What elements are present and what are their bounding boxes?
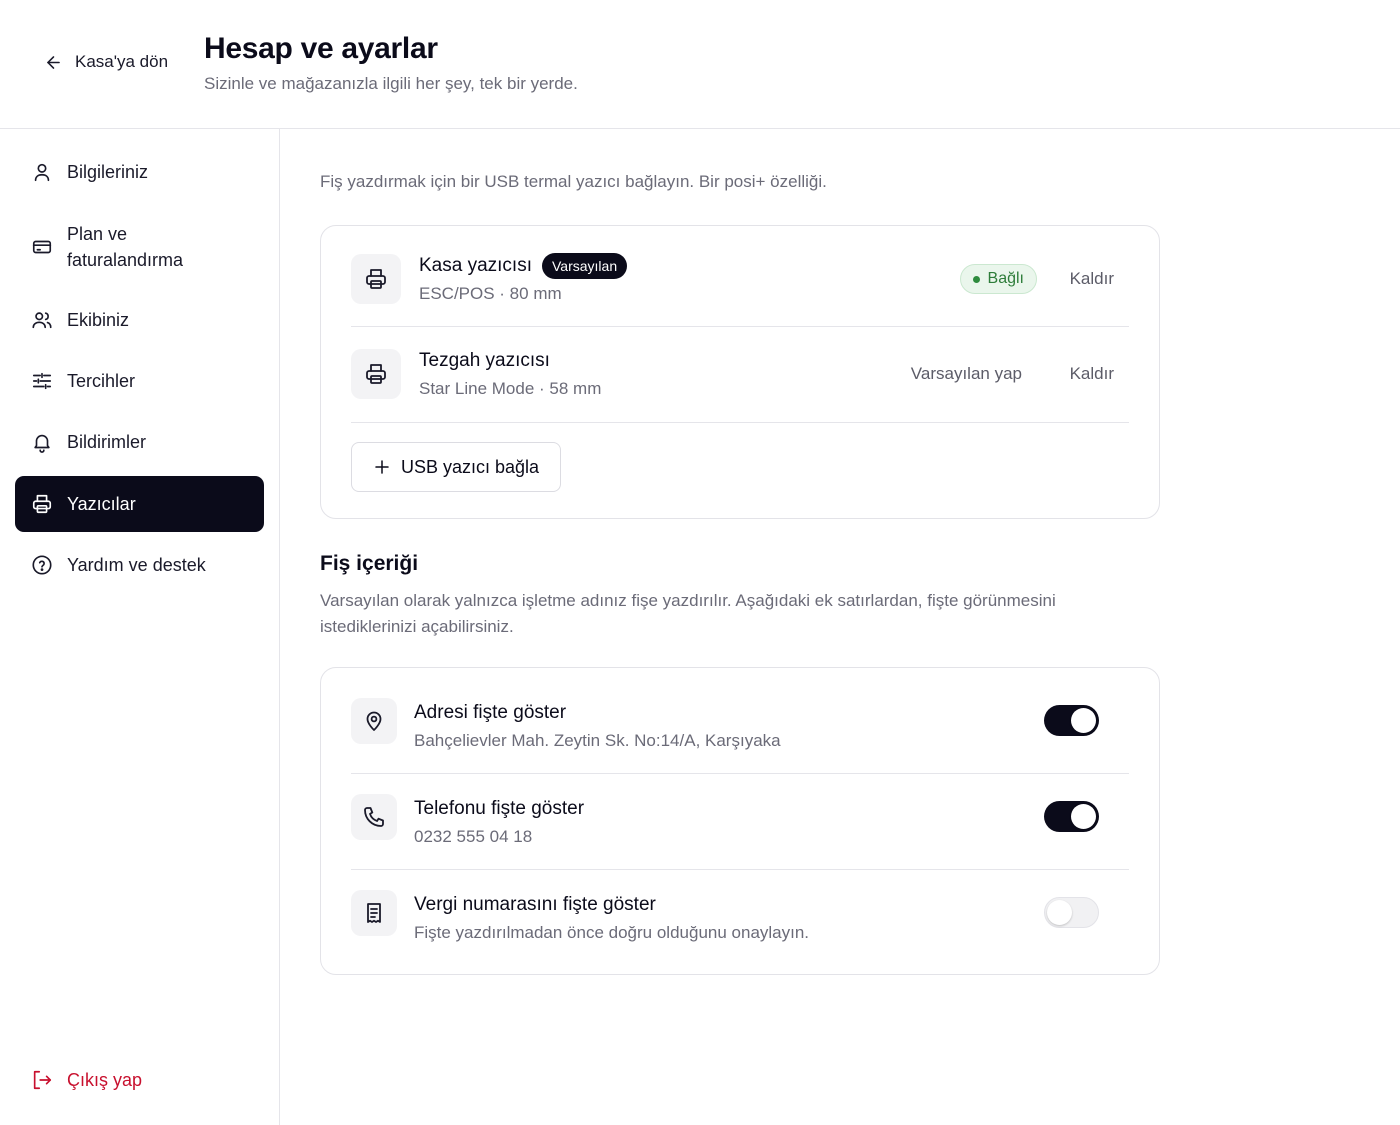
printer-icon xyxy=(351,349,401,399)
settings-sidebar: Bilgileriniz Plan ve faturalandırma Ekib… xyxy=(0,129,280,1125)
users-icon xyxy=(31,309,53,331)
tax-number-toggle[interactable] xyxy=(1044,897,1099,928)
status-dot-icon xyxy=(972,275,980,283)
phone-icon xyxy=(351,794,397,840)
receipt-options-card: Adresi fişte göster Bahçelievler Mah. Ze… xyxy=(320,667,1160,975)
make-default-button[interactable]: Varsayılan yap xyxy=(911,364,1022,384)
sidebar-item-team[interactable]: Ekibiniz xyxy=(15,293,264,347)
page-subtitle: Sizinle ve mağazanızla ilgili her şey, t… xyxy=(204,74,578,93)
section-title: Fiş içeriği xyxy=(320,552,419,575)
arrow-left-icon xyxy=(47,55,60,69)
option-subtitle: Bahçelievler Mah. Zeytin Sk. No:14/A, Ka… xyxy=(414,731,781,750)
add-usb-printer-label: USB yazıcı bağla xyxy=(400,456,540,477)
receipt-option-row: Adresi fişte göster Bahçelievler Mah. Ze… xyxy=(351,668,1129,773)
toggle-knob xyxy=(1047,900,1072,925)
printer-row: Tezgah yazıcısı Star Line Mode · 58 mm V… xyxy=(351,327,1129,422)
sidebar-item-label: Bilgileriniz xyxy=(67,162,149,182)
printer-icon xyxy=(351,254,401,304)
sliders-icon xyxy=(31,370,53,392)
sidebar-item-profile[interactable]: Bilgileriniz xyxy=(15,145,264,199)
map-pin-icon xyxy=(351,698,397,744)
page-header: Kasa'ya dön Hesap ve ayarlar Sizinle ve … xyxy=(0,0,1400,129)
printer-name: Kasa yazıcısı xyxy=(419,255,532,276)
printer-title: Kasa yazıcısı Varsayılan xyxy=(419,253,628,279)
printer-icon xyxy=(31,493,53,515)
remove-printer-button[interactable]: Kaldır xyxy=(1070,269,1114,289)
sidebar-item-label: Ekibiniz xyxy=(67,310,130,330)
option-title: Adresi fişte göster xyxy=(414,702,567,723)
section-description: Varsayılan olarak yalnızca işletme adını… xyxy=(320,591,1056,636)
back-to-register-link[interactable]: Kasa'ya dön xyxy=(44,52,168,72)
option-subtitle: Fişte yazdırılmadan önce doğru olduğunu … xyxy=(414,923,810,942)
page-title: Hesap ve ayarlar xyxy=(204,32,438,65)
default-badge: Varsayılan xyxy=(542,253,628,279)
toggle-knob xyxy=(1071,708,1096,733)
sidebar-item-notifications[interactable]: Bildirimler xyxy=(15,415,264,469)
sidebar-item-label: Yardım ve destek xyxy=(67,555,206,575)
status-label: Bağlı xyxy=(987,270,1024,287)
bell-icon xyxy=(31,431,53,453)
phone-toggle[interactable] xyxy=(1044,801,1099,832)
logout-button[interactable]: Çıkış yap xyxy=(31,1069,142,1091)
sidebar-item-preferences[interactable]: Tercihler xyxy=(15,354,264,408)
status-badge: Bağlı xyxy=(959,264,1037,294)
printer-details: ESC/POS · 80 mm xyxy=(419,284,562,303)
toggle-knob xyxy=(1071,804,1096,829)
printers-card: Kasa yazıcısı Varsayılan ESC/POS · 80 mm… xyxy=(320,225,1160,519)
sidebar-item-help[interactable]: Yardım ve destek xyxy=(15,538,264,592)
remove-printer-button[interactable]: Kaldır xyxy=(1070,364,1114,384)
sidebar-item-label: Bildirimler xyxy=(67,432,147,452)
printer-details: Star Line Mode · 58 mm xyxy=(419,379,602,398)
sidebar-item-label: Yazıcılar xyxy=(67,494,136,514)
logout-label: Çıkış yap xyxy=(67,1069,143,1090)
printers-intro: Fiş yazdırmak için bir USB termal yazıcı… xyxy=(320,172,827,191)
sidebar-item-label: Plan ve faturalandırma xyxy=(67,224,184,270)
help-circle-icon xyxy=(31,554,53,576)
option-title: Vergi numarasını fişte göster xyxy=(414,894,656,915)
receipt-option-row: Vergi numarasını fişte göster Fişte yazd… xyxy=(351,870,1129,975)
add-usb-printer-button[interactable]: USB yazıcı bağla xyxy=(351,442,561,492)
address-toggle[interactable] xyxy=(1044,705,1099,736)
receipt-option-row: Telefonu fişte göster 0232 555 04 18 xyxy=(351,774,1129,869)
option-subtitle: 0232 555 04 18 xyxy=(414,827,533,846)
back-link-label: Kasa'ya dön xyxy=(75,52,169,71)
printer-name: Tezgah yazıcısı xyxy=(419,350,550,371)
printer-row: Kasa yazıcısı Varsayılan ESC/POS · 80 mm… xyxy=(351,226,1129,326)
divider xyxy=(351,422,1129,423)
printer-title: Tezgah yazıcısı xyxy=(419,350,550,372)
credit-card-icon xyxy=(31,236,53,258)
log-out-icon xyxy=(33,1070,52,1090)
receipt-icon xyxy=(351,890,397,936)
sidebar-item-printers[interactable]: Yazıcılar xyxy=(15,476,264,532)
sidebar-item-billing[interactable]: Plan ve faturalandırma xyxy=(15,217,264,277)
option-title: Telefonu fişte göster xyxy=(414,798,585,819)
user-icon xyxy=(31,161,53,183)
plus-icon xyxy=(375,460,389,474)
sidebar-item-label: Tercihler xyxy=(67,371,136,391)
